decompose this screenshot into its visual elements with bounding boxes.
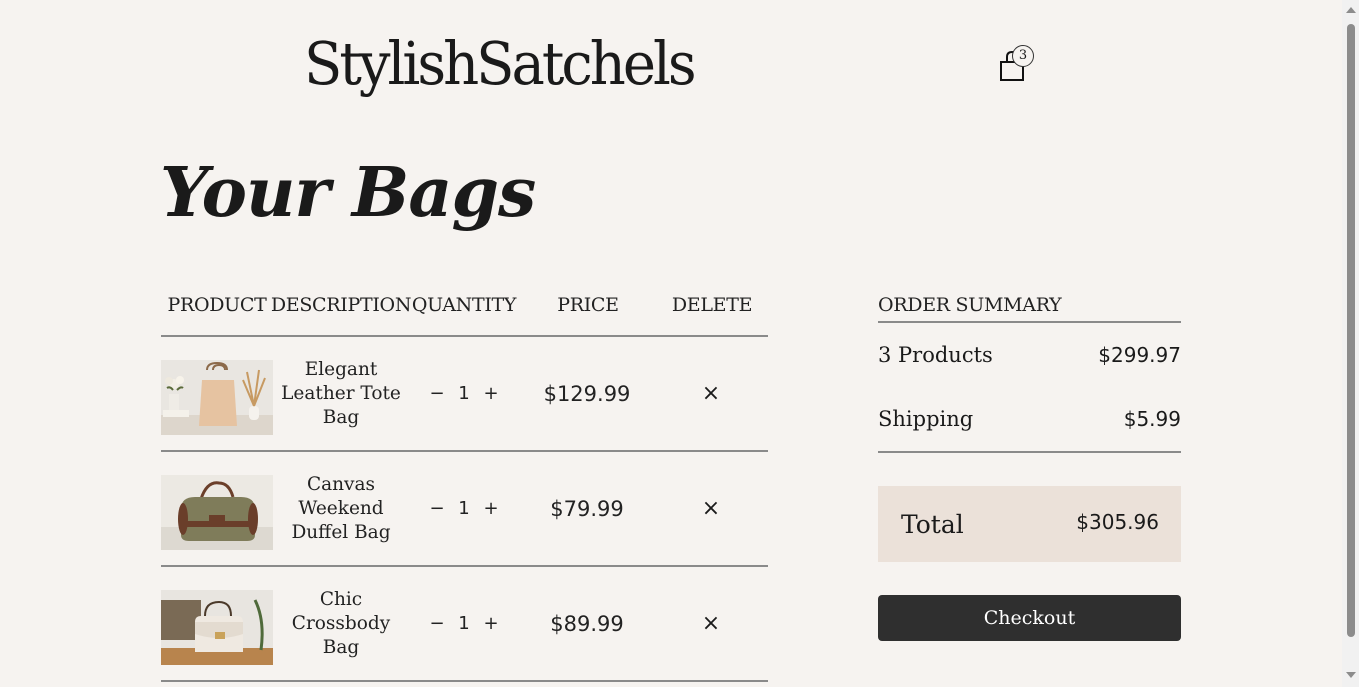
quantity-increase-button[interactable]: + xyxy=(483,613,499,634)
product-image-crossbody[interactable] xyxy=(161,590,273,665)
scroll-up-arrow-icon[interactable] xyxy=(1346,7,1356,13)
quantity-value: 1 xyxy=(458,383,470,404)
shipping-value: $5.99 xyxy=(1123,407,1181,431)
header-product: PRODUCT xyxy=(167,294,267,316)
table-row: Elegant Leather Tote Bag − 1 + $129.99 × xyxy=(161,337,768,452)
scroll-down-arrow-icon[interactable] xyxy=(1346,672,1356,678)
product-description: Elegant Leather Tote Bag xyxy=(281,358,401,428)
product-image-duffel[interactable] xyxy=(161,475,273,550)
scrollbar-thumb[interactable] xyxy=(1347,24,1355,637)
order-summary: ORDER SUMMARY 3 Products $299.97 Shippin… xyxy=(878,286,1181,641)
close-icon: × xyxy=(701,611,721,636)
vertical-scrollbar[interactable] xyxy=(1342,0,1359,687)
quantity-increase-button[interactable]: + xyxy=(483,383,499,404)
product-price: $89.99 xyxy=(550,611,624,636)
products-count-label: 3 Products xyxy=(878,343,993,367)
shipping-row: Shipping $5.99 xyxy=(878,387,1181,453)
table-row: Canvas Weekend Duffel Bag − 1 + $79.99 × xyxy=(161,452,768,567)
quantity-decrease-button[interactable]: − xyxy=(429,383,445,404)
product-price: $79.99 xyxy=(550,496,624,521)
brand-logo[interactable]: StylishSatchels xyxy=(304,28,697,102)
header-description: DESCRIPTION xyxy=(270,294,412,316)
table-header: PRODUCT DESCRIPTION QUANTITY PRICE DELET… xyxy=(161,286,768,337)
products-subtotal-row: 3 Products $299.97 xyxy=(878,323,1181,387)
cart-page: StylishSatchels 3 Your Bags PRODUCT DESC… xyxy=(0,0,1359,687)
checkout-button[interactable]: Checkout xyxy=(878,595,1181,641)
quantity-increase-button[interactable]: + xyxy=(483,498,499,519)
cart-table: PRODUCT DESCRIPTION QUANTITY PRICE DELET… xyxy=(161,286,768,682)
quantity-decrease-button[interactable]: − xyxy=(429,613,445,634)
quantity-decrease-button[interactable]: − xyxy=(429,498,445,519)
header-delete: DELETE xyxy=(671,294,753,316)
close-icon: × xyxy=(701,496,721,521)
total-box: Total $305.96 xyxy=(878,486,1181,562)
products-subtotal-value: $299.97 xyxy=(1098,343,1181,367)
delete-button[interactable]: × xyxy=(691,452,731,565)
quantity-value: 1 xyxy=(458,498,470,519)
header-quantity: QUANTITY xyxy=(411,294,517,316)
close-icon: × xyxy=(701,381,721,406)
product-description: Canvas Weekend Duffel Bag xyxy=(291,473,391,543)
delete-button[interactable]: × xyxy=(691,337,731,450)
quantity-stepper: − 1 + xyxy=(429,567,499,680)
total-label: Total xyxy=(901,509,964,539)
quantity-stepper: − 1 + xyxy=(429,337,499,450)
cart-count-badge: 3 xyxy=(1012,45,1034,67)
product-description: Chic Crossbody Bag xyxy=(291,588,391,658)
order-summary-title: ORDER SUMMARY xyxy=(878,286,1181,323)
table-row: Chic Crossbody Bag − 1 + $89.99 × xyxy=(161,567,768,682)
header-price: PRICE xyxy=(557,294,619,316)
product-price: $129.99 xyxy=(543,381,631,406)
cart-button[interactable]: 3 xyxy=(998,44,1038,84)
shipping-label: Shipping xyxy=(878,407,974,431)
total-value: $305.96 xyxy=(1076,510,1159,534)
quantity-stepper: − 1 + xyxy=(429,452,499,565)
page-title: Your Bags xyxy=(160,153,536,233)
quantity-value: 1 xyxy=(458,613,470,634)
delete-button[interactable]: × xyxy=(691,567,731,680)
product-image-tote[interactable] xyxy=(161,360,273,435)
